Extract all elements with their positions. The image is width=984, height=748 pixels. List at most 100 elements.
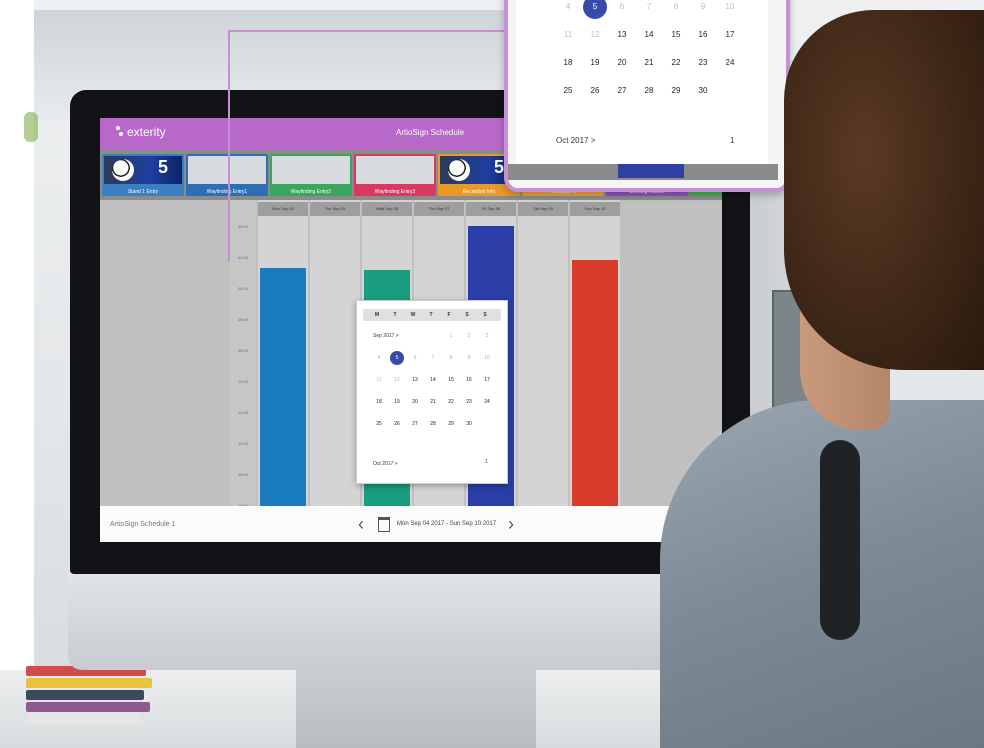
picker-day[interactable]: 18 (371, 399, 387, 405)
picker-day[interactable]: 22 (664, 58, 688, 67)
date-picker: MTWTFSS Sep 2017 > Oct 2017 > 1 12345678… (356, 300, 508, 484)
picker-day[interactable]: 12 (583, 30, 607, 39)
picker-day[interactable]: 2 (461, 333, 477, 339)
channel-thumbnail (188, 156, 266, 184)
channel-tile[interactable]: Wayfinding Entry1 (186, 154, 268, 196)
schedule-event[interactable] (260, 268, 306, 506)
picker-day[interactable]: 26 (389, 421, 405, 427)
picker-day[interactable]: 22 (443, 399, 459, 405)
picker-day[interactable]: 5 (389, 355, 405, 361)
picker-day[interactable]: 7 (637, 2, 661, 11)
picker-day[interactable]: 29 (664, 86, 688, 95)
picker-day[interactable]: 14 (637, 30, 661, 39)
picker-day[interactable]: 13 (610, 30, 634, 39)
picker-day[interactable]: 28 (637, 86, 661, 95)
picker-day[interactable]: 27 (407, 421, 423, 427)
channel-tile[interactable]: Wayfinding Entry3 (354, 154, 436, 196)
picker-next-month[interactable]: Oct 2017 > (373, 461, 398, 467)
time-label: 00:00 (237, 224, 248, 229)
day-header: Tue Sep 05 (310, 202, 360, 216)
picker-day[interactable]: 8 (664, 2, 688, 11)
day-column[interactable]: Tue Sep 05 (310, 200, 360, 506)
picker-day[interactable]: 20 (407, 399, 423, 405)
picker-day[interactable]: 6 (610, 2, 634, 11)
day-header: Mon Sep 04 (258, 202, 308, 216)
picker-day[interactable]: 4 (371, 355, 387, 361)
channel-tile[interactable]: Wayfinding Entry2 (270, 154, 352, 196)
time-column: 00:00 02:00 04:00 06:00 08:00 10:00 12:00 14:00… (230, 200, 256, 508)
picker-day[interactable]: 17 (479, 377, 495, 383)
weekday-label: M (374, 312, 380, 318)
picker-day[interactable]: 10 (479, 355, 495, 361)
picker-day[interactable]: 30 (461, 421, 477, 427)
picker-day[interactable]: 11 (371, 377, 387, 383)
weekday-label: F (447, 312, 451, 318)
channel-badge: 5 (493, 157, 504, 177)
picker-day[interactable]: 14 (425, 377, 441, 383)
picker-day[interactable]: 17 (718, 30, 742, 39)
picker-day[interactable]: 9 (461, 355, 477, 361)
picker-day[interactable]: 21 (637, 58, 661, 67)
time-label: 12:00 (237, 410, 248, 415)
picker-day[interactable]: 5 (583, 2, 607, 11)
picker-day[interactable]: 24 (718, 58, 742, 67)
picker-day[interactable]: 3 (479, 333, 495, 339)
channel-tile[interactable]: 5 Stand 1 Entry (102, 154, 184, 196)
football-icon (448, 159, 470, 181)
channel-label: Wayfinding Entry1 (206, 189, 248, 195)
prev-week-button[interactable]: ‹ (358, 514, 364, 535)
picker-day[interactable]: 25 (371, 421, 387, 427)
time-label: 04:00 (237, 286, 248, 291)
next-week-button[interactable]: › (508, 514, 514, 535)
channel-thumbnail (356, 156, 434, 184)
picker-day[interactable]: 16 (691, 30, 715, 39)
channel-label: Stand 1 Entry (127, 189, 159, 195)
picker-day[interactable]: 16 (461, 377, 477, 383)
picker-day[interactable]: 23 (461, 399, 477, 405)
channel-label: Wayfinding Entry2 (290, 189, 332, 195)
picker-day[interactable]: 23 (691, 58, 715, 67)
zoomed-next-month[interactable]: Oct 2017 > (556, 136, 595, 145)
weekday-label: T (429, 312, 433, 318)
picker-day[interactable]: 10 (718, 2, 742, 11)
schedule-event[interactable] (572, 260, 618, 506)
picker-day[interactable]: 7 (425, 355, 441, 361)
picker-day[interactable]: 21 (425, 399, 441, 405)
football-icon (112, 159, 134, 181)
picker-day[interactable]: 11 (556, 30, 580, 39)
picker-day[interactable]: 27 (610, 86, 634, 95)
day-header: Fri Sep 08 (466, 202, 516, 216)
picker-day[interactable]: 6 (407, 355, 423, 361)
picker-day[interactable]: 9 (691, 2, 715, 11)
day-header: Wed Sep 06 (362, 202, 412, 216)
calendar-icon[interactable] (378, 517, 390, 532)
picker-day[interactable]: 25 (556, 86, 580, 95)
background-books (26, 666, 156, 742)
picker-day[interactable]: 4 (556, 2, 580, 11)
callout-line (228, 30, 230, 262)
picker-day[interactable]: 28 (425, 421, 441, 427)
monitor-chin (68, 566, 748, 670)
picker-day[interactable]: 8 (443, 355, 459, 361)
channel-badge: 5 (157, 157, 168, 177)
picker-day[interactable]: 26 (583, 86, 607, 95)
picker-day[interactable]: 24 (479, 399, 495, 405)
picker-day[interactable]: 19 (583, 58, 607, 67)
picker-day[interactable]: 30 (691, 86, 715, 95)
picker-day[interactable]: 13 (407, 377, 423, 383)
exterity-logo[interactable]: exterity (116, 125, 166, 139)
picker-day[interactable]: 12 (389, 377, 405, 383)
picker-day[interactable]: 15 (443, 377, 459, 383)
weekday-label: T (393, 312, 397, 318)
zoomed-event-bar (618, 164, 684, 178)
picker-day[interactable]: 15 (664, 30, 688, 39)
day-column[interactable]: Sat Sep 09 (518, 200, 568, 506)
picker-day[interactable]: 18 (556, 58, 580, 67)
time-label: 08:00 (237, 348, 248, 353)
picker-day[interactable]: 20 (610, 58, 634, 67)
picker-day[interactable]: 19 (389, 399, 405, 405)
picker-day[interactable]: 1 (443, 333, 459, 339)
picker-month-label[interactable]: Sep 2017 > (373, 333, 399, 339)
channel-label: Reception Info (462, 189, 496, 195)
picker-day[interactable]: 29 (443, 421, 459, 427)
